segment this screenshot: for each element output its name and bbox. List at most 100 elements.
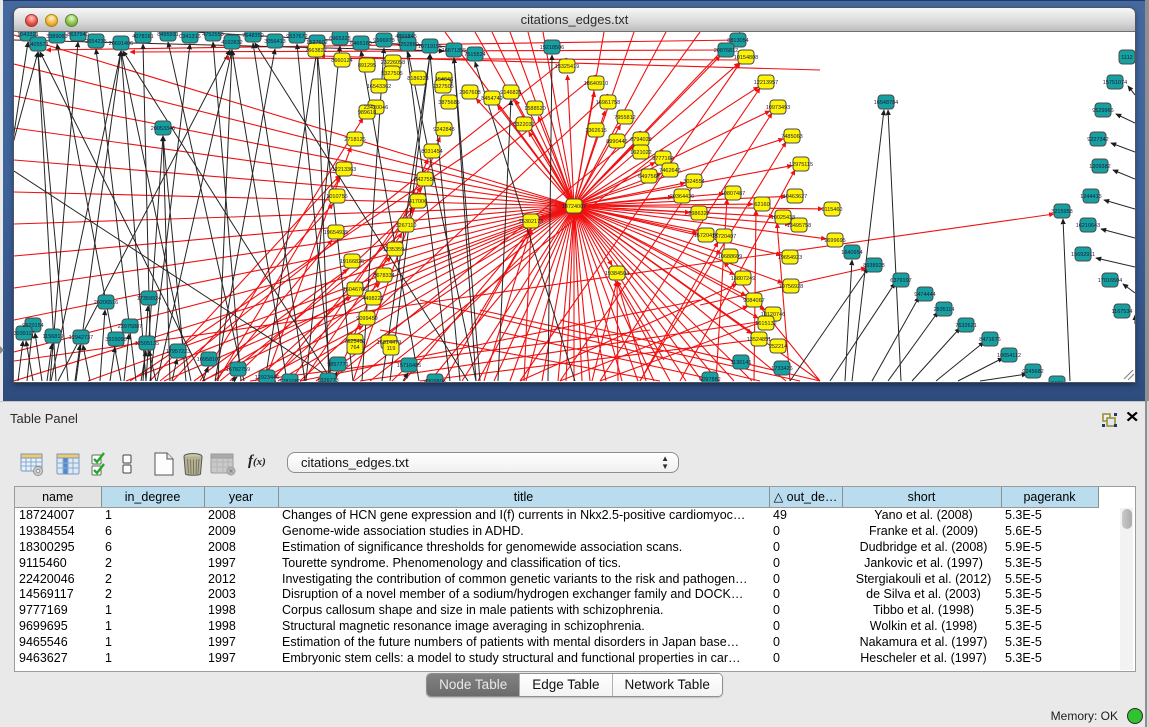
svg-text:18640910: 18640910 [584,81,608,87]
svg-text:6497568: 6497568 [638,174,659,180]
svg-text:18807249: 18807249 [731,276,755,282]
svg-text:10463627: 10463627 [783,194,807,200]
svg-text:3389083: 3389083 [46,34,67,40]
svg-text:4801845: 4801845 [395,34,416,40]
svg-text:1112: 1112 [1121,55,1132,61]
svg-text:16543362: 16543362 [367,84,391,90]
svg-text:3267110: 3267110 [395,223,416,229]
svg-text:8495931: 8495931 [157,32,178,38]
svg-text:8454749: 8454749 [481,96,502,102]
svg-text:17016504: 17016504 [1098,278,1122,284]
svg-text:19218506: 19218506 [540,45,564,51]
svg-text:8322037: 8322037 [513,122,534,128]
svg-text:119: 119 [387,346,396,352]
svg-text:10120746: 10120746 [761,312,785,318]
svg-text:9327505: 9327505 [432,84,453,90]
svg-text:12975115: 12975115 [789,162,813,168]
svg-text:1167534: 1167534 [1111,309,1132,315]
svg-text:9115460: 9115460 [821,207,842,213]
svg-text:10973493: 10973493 [766,105,790,111]
svg-text:9857771: 9857771 [327,362,348,368]
svg-text:2967608: 2967608 [459,90,480,96]
svg-text:2935114: 2935114 [933,307,954,313]
svg-text:7485063: 7485063 [781,134,802,140]
svg-text:23226058: 23226058 [381,60,405,66]
svg-text:9166978: 9166978 [373,38,394,44]
svg-text:16961758: 16961758 [596,100,620,106]
svg-text:6466160: 6466160 [350,41,371,47]
svg-text:20206516: 20206516 [94,300,118,306]
svg-text:10756928: 10756928 [779,284,803,290]
svg-text:9146821: 9146821 [500,90,521,96]
svg-text:154646: 154646 [435,77,453,83]
svg-text:8660124: 8660124 [331,58,352,64]
svg-text:15716485: 15716485 [397,363,421,369]
svg-text:0097882: 0097882 [699,377,720,382]
svg-text:1209382: 1209382 [1089,164,1110,170]
svg-text:12923446: 12923446 [255,375,279,381]
svg-text:12505135: 12505135 [135,341,159,347]
svg-text:1527602: 1527602 [306,40,327,46]
svg-text:4078161: 4078161 [132,34,153,40]
svg-text:62160: 62160 [754,202,769,208]
svg-text:9699695: 9699695 [824,238,845,244]
svg-text:8471676: 8471676 [979,337,1000,343]
svg-text:10154808: 10154808 [734,55,758,61]
svg-text:17359924: 17359924 [137,296,161,302]
svg-text:2654235: 2654235 [85,39,106,45]
svg-text:4309805: 4309805 [424,379,445,382]
svg-text:8637940: 8637940 [67,32,88,38]
svg-text:8031454: 8031454 [421,149,442,155]
svg-text:891295: 891295 [358,63,376,69]
svg-text:9245682: 9245682 [1022,369,1043,375]
svg-text:3039117: 3039117 [14,331,35,337]
svg-text:12213363: 12213363 [332,167,356,173]
svg-text:25302173: 25302173 [519,219,543,225]
svg-text:9242848: 9242848 [433,127,454,133]
svg-text:8678334: 8678334 [373,273,394,279]
svg-text:2986322: 2986322 [688,211,709,217]
svg-text:9427552: 9427552 [414,177,435,183]
svg-text:1244415: 1244415 [1080,194,1101,200]
svg-text:4752553: 4752553 [202,32,223,38]
svg-text:15720407: 15720407 [712,234,736,240]
svg-text:1621022: 1621022 [630,150,651,156]
svg-text:4498222: 4498222 [362,296,383,302]
svg-text:10025438: 10025438 [771,215,795,221]
svg-text:20876812: 20876812 [714,48,738,54]
svg-text:3215958: 3215958 [1051,209,1072,215]
svg-text:1640954: 1640954 [841,250,862,256]
svg-text:9084067: 9084067 [743,298,764,304]
svg-text:6379197: 6379197 [890,278,911,284]
svg-text:7462646: 7462646 [659,168,680,174]
svg-text:16548784: 16548784 [874,100,898,106]
svg-text:15692911: 15692911 [1071,252,1095,258]
svg-text:3252880: 3252880 [397,42,418,48]
svg-text:252214: 252214 [769,344,787,350]
svg-text:9474444: 9474444 [914,292,935,298]
svg-text:20364436: 20364436 [670,194,694,200]
svg-text:3315098: 3315098 [105,337,126,343]
svg-text:19166825: 19166825 [340,259,364,265]
svg-text:9529966: 9529966 [1092,108,1113,114]
svg-text:1405571: 1405571 [27,42,48,48]
svg-text:8990445: 8990445 [606,139,627,145]
svg-text:3024554: 3024554 [683,179,704,185]
svg-text:10719155: 10719155 [418,44,442,50]
svg-text:9474: 9474 [1051,381,1063,382]
svg-text:8938928: 8938928 [863,263,884,269]
svg-text:1362615: 1362615 [585,128,606,134]
svg-text:1615132: 1615132 [755,321,776,327]
svg-text:1136141: 1136141 [730,360,751,366]
svg-text:20691406: 20691406 [109,41,133,47]
svg-text:7632621: 7632621 [955,323,976,329]
svg-text:12353594: 12353594 [383,247,407,253]
svg-text:16782759: 16782759 [226,367,250,373]
svg-text:19654935: 19654935 [324,230,348,236]
svg-text:7648350: 7648350 [242,33,263,39]
svg-text:19384504: 19384504 [605,271,629,277]
svg-text:9537672: 9537672 [286,34,307,40]
svg-text:17957223: 17957223 [166,349,190,355]
svg-text:16210643: 16210643 [1076,223,1100,229]
svg-text:7955812: 7955812 [614,115,635,121]
